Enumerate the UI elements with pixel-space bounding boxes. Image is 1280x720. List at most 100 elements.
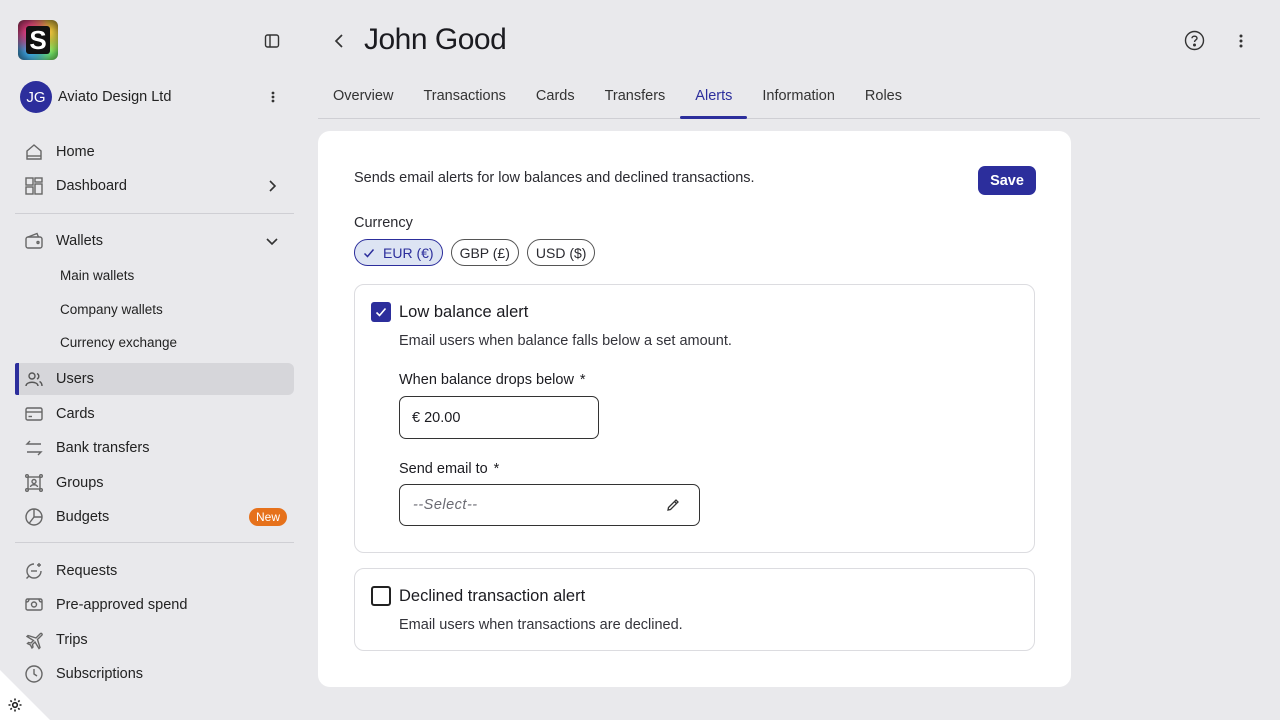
sidebar-item-label: Groups [56,475,104,491]
low-balance-subtitle: Email users when balance falls below a s… [399,333,732,349]
avatar: JG [20,81,52,113]
org-switcher[interactable]: JG Aviato Design Ltd [20,81,290,113]
sidebar-subitem-main-wallets[interactable]: Main wallets [60,266,134,286]
pre-approved-icon [23,594,45,616]
currency-label: Currency [354,215,413,231]
pencil-icon[interactable] [665,497,681,513]
app-logo[interactable]: S [18,20,58,60]
help-icon[interactable] [1184,30,1205,51]
sidebar-subitem-company-wallets[interactable]: Company wallets [60,300,163,320]
sidebar-toggle-icon [264,34,280,48]
tab-overview[interactable]: Overview [318,80,408,118]
home-icon [23,141,45,163]
tab-cards[interactable]: Cards [521,80,590,118]
sidebar-item-bank-transfers[interactable]: Bank transfers [15,432,294,464]
plane-icon [23,629,45,651]
sidebar-item-wallets[interactable]: Wallets [15,225,294,257]
chevron-right-icon [269,180,277,192]
sidebar-item-label: Home [56,144,95,160]
transfer-icon [23,437,45,459]
groups-icon [23,472,45,494]
more-options-button[interactable] [1232,31,1250,51]
sidebar-item-pre-approved-spend[interactable]: Pre-approved spend [15,589,294,621]
sidebar-item-budgets[interactable]: Budgets New [15,501,294,533]
sidebar-divider [15,542,294,543]
sidebar-item-label: Users [56,371,94,387]
sidebar-item-home[interactable]: Home [15,136,294,168]
sidebar-item-cards[interactable]: Cards [15,398,294,430]
threshold-amount-value: € 20.00 [412,409,461,426]
currency-chip-usd[interactable]: USD ($) [526,239,596,266]
sidebar-item-subscriptions[interactable]: Subscriptions [15,658,294,690]
chip-label: USD ($) [535,244,587,261]
low-balance-checkbox[interactable] [371,302,391,322]
check-icon [363,248,375,258]
sidebar-item-label: Trips [56,632,88,648]
gear-icon[interactable] [7,697,23,713]
threshold-label-text: When balance drops below [399,372,574,388]
sidebar-item-label: Wallets [56,233,103,249]
currency-chip-gbp[interactable]: GBP (£) [450,239,519,266]
chevron-down-icon [266,238,278,246]
low-balance-alert-section: Low balance alert Email users when balan… [354,284,1035,553]
tab-information[interactable]: Information [747,80,850,118]
sidebar-item-groups[interactable]: Groups [15,467,294,499]
chevron-left-icon [334,34,343,48]
tab-transfers[interactable]: Transfers [590,80,681,118]
tab-alerts[interactable]: Alerts [680,80,748,119]
low-balance-title: Low balance alert [399,303,529,321]
sidebar-divider [15,213,294,214]
more-vertical-icon [1239,34,1243,48]
required-mark: * [493,461,500,477]
currency-chip-eur[interactable]: EUR (€) [354,239,443,266]
send-email-label: Send email to * [399,461,499,477]
org-more-button[interactable] [263,87,283,107]
declined-alert-section: Declined transaction alert Email users w… [354,568,1035,651]
sidebar-item-label: Bank transfers [56,440,150,456]
requests-icon [23,560,45,582]
users-icon [23,368,45,390]
sidebar-item-label: Pre-approved spend [56,597,188,613]
sidebar: S JG Aviato Design Ltd Home Dashboard Wa… [0,0,310,720]
wallet-icon [23,230,45,252]
required-mark: * [579,372,586,388]
new-badge: New [248,508,287,526]
sidebar-item-label: Cards [56,406,95,422]
card-icon [23,403,45,425]
tab-roles[interactable]: Roles [850,80,917,118]
declined-checkbox[interactable] [371,586,391,606]
send-email-label-text: Send email to [399,461,488,477]
tab-transactions[interactable]: Transactions [408,80,520,118]
sidebar-item-label: Budgets [56,509,110,525]
dashboard-icon [23,175,45,197]
send-email-placeholder: --Select-- [413,497,478,513]
sidebar-item-label: Subscriptions [56,666,144,682]
more-vertical-icon [271,91,275,103]
save-button[interactable]: Save [978,166,1036,195]
threshold-amount-input[interactable]: € 20.00 [399,396,599,439]
sidebar-item-requests[interactable]: Requests [15,555,294,587]
back-button[interactable] [330,31,348,51]
org-name: Aviato Design Ltd [58,89,172,105]
tab-bar: Overview Transactions Cards Transfers Al… [318,80,1260,119]
declined-subtitle: Email users when transactions are declin… [399,617,683,633]
sidebar-item-users[interactable]: Users [15,363,294,395]
declined-title: Declined transaction alert [399,587,586,605]
clock-icon [23,663,45,685]
currency-chips: EUR (€) GBP (£) USD ($) [354,239,596,266]
sidebar-item-dashboard[interactable]: Dashboard [15,170,294,202]
collapse-sidebar-button[interactable] [262,31,282,51]
sidebar-item-trips[interactable]: Trips [15,624,294,656]
chip-label: EUR (€) [383,244,434,261]
send-email-select[interactable]: --Select-- [399,484,700,526]
alerts-description: Sends email alerts for low balances and … [354,170,755,186]
sidebar-subitem-currency-exchange[interactable]: Currency exchange [60,333,177,353]
alerts-card: Sends email alerts for low balances and … [318,131,1071,687]
sidebar-item-label: Dashboard [56,178,127,194]
page-title: John Good [364,23,507,56]
check-icon [375,307,387,317]
threshold-label: When balance drops below * [399,372,586,388]
sidebar-item-label: Requests [56,563,118,579]
logo-letter: S [26,25,50,55]
budget-icon [23,506,45,528]
